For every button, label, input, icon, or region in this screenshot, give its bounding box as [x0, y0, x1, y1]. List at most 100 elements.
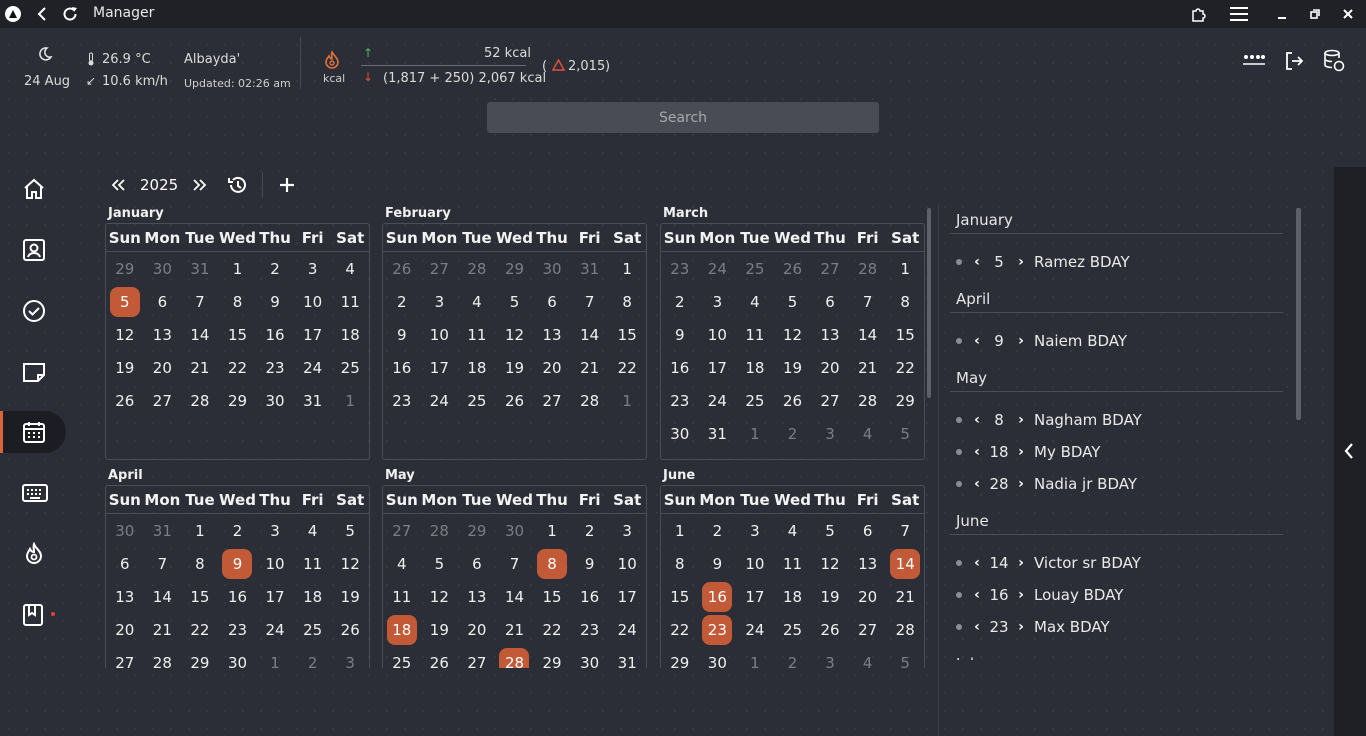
day-cell[interactable]: 15 — [612, 320, 642, 350]
day-cell[interactable]: 7 — [890, 516, 920, 546]
day-cell[interactable]: 24 — [260, 615, 290, 645]
day-cell[interactable]: 24 — [702, 254, 732, 284]
day-cell[interactable]: 28 — [853, 386, 883, 416]
day-cell[interactable]: 12 — [777, 320, 807, 350]
day-cell[interactable]: 26 — [777, 386, 807, 416]
day-cell-event[interactable]: 8 — [537, 548, 568, 579]
day-cell[interactable]: 30 — [147, 254, 177, 284]
day-cell[interactable]: 12 — [499, 320, 529, 350]
day-cell[interactable]: 29 — [185, 648, 215, 669]
day-cell[interactable]: 1 — [740, 648, 770, 669]
day-cell[interactable]: 23 — [222, 615, 252, 645]
day-cell[interactable]: 13 — [147, 320, 177, 350]
day-cell[interactable]: 29 — [222, 386, 252, 416]
day-cell[interactable]: 21 — [147, 615, 177, 645]
day-cell[interactable]: 31 — [702, 419, 732, 449]
day-cell[interactable]: 20 — [147, 353, 177, 383]
day-cell[interactable]: 25 — [777, 615, 807, 645]
day-cell[interactable]: 2 — [702, 516, 732, 546]
day-cell[interactable]: 1 — [612, 386, 642, 416]
day-cell[interactable]: 19 — [777, 353, 807, 383]
day-cell[interactable]: 5 — [890, 419, 920, 449]
day-cell[interactable]: 10 — [702, 320, 732, 350]
day-cell[interactable]: 5 — [335, 516, 365, 546]
chevron-left-icon[interactable]: ‹ — [970, 619, 984, 635]
day-cell[interactable]: 15 — [185, 582, 215, 612]
day-cell-event[interactable]: 23 — [702, 614, 733, 645]
day-cell[interactable]: 1 — [665, 516, 695, 546]
day-cell[interactable]: 25 — [740, 254, 770, 284]
day-cell[interactable]: 11 — [335, 287, 365, 317]
day-cell[interactable]: 28 — [575, 386, 605, 416]
day-cell[interactable]: 6 — [537, 287, 567, 317]
menu-icon[interactable] — [1228, 4, 1250, 24]
day-cell[interactable]: 27 — [853, 615, 883, 645]
day-cell[interactable]: 25 — [462, 386, 492, 416]
chevron-left-icon[interactable]: ‹ — [970, 587, 984, 603]
day-cell[interactable]: 24 — [612, 615, 642, 645]
event-item[interactable]: ‹ 8 › Nagham BDAY — [950, 404, 1295, 436]
day-cell[interactable]: 1 — [185, 516, 215, 546]
event-item[interactable]: ‹ 5 › Ramez BDAY — [950, 246, 1295, 278]
day-cell[interactable]: 18 — [777, 582, 807, 612]
day-cell[interactable]: 26 — [777, 254, 807, 284]
day-cell[interactable]: 30 — [575, 648, 605, 669]
chevron-right-icon[interactable]: › — [1014, 555, 1028, 571]
chevron-left-icon[interactable]: ‹ — [970, 444, 984, 460]
chevron-left-icon[interactable]: ‹ — [970, 254, 984, 270]
sidebar-item-calendar[interactable] — [0, 411, 66, 453]
day-cell[interactable]: 11 — [462, 320, 492, 350]
day-cell[interactable]: 14 — [147, 582, 177, 612]
day-cell[interactable]: 20 — [815, 353, 845, 383]
day-cell[interactable]: 30 — [260, 386, 290, 416]
day-cell[interactable]: 29 — [110, 254, 140, 284]
day-cell[interactable]: 1 — [890, 254, 920, 284]
day-cell[interactable]: 17 — [298, 320, 328, 350]
day-cell[interactable]: 6 — [462, 549, 492, 579]
day-cell[interactable]: 9 — [260, 287, 290, 317]
day-cell[interactable]: 28 — [185, 386, 215, 416]
day-cell[interactable]: 25 — [335, 353, 365, 383]
day-cell[interactable]: 25 — [387, 648, 417, 669]
day-cell[interactable]: 6 — [815, 287, 845, 317]
day-cell[interactable]: 24 — [740, 615, 770, 645]
day-cell-event[interactable]: 18 — [386, 614, 417, 645]
day-cell[interactable]: 22 — [612, 353, 642, 383]
day-cell[interactable]: 10 — [740, 549, 770, 579]
day-cell[interactable]: 8 — [222, 287, 252, 317]
day-cell[interactable]: 1 — [612, 254, 642, 284]
day-cell[interactable]: 2 — [777, 419, 807, 449]
day-cell[interactable]: 13 — [815, 320, 845, 350]
day-cell[interactable]: 3 — [815, 419, 845, 449]
day-cell[interactable]: 15 — [665, 582, 695, 612]
day-cell[interactable]: 28 — [462, 254, 492, 284]
day-cell[interactable]: 27 — [537, 386, 567, 416]
day-cell[interactable]: 16 — [387, 353, 417, 383]
next-year-icon[interactable] — [190, 174, 210, 196]
restore-icon[interactable] — [1305, 4, 1325, 24]
day-cell[interactable]: 16 — [575, 582, 605, 612]
chevron-left-icon[interactable]: ‹ — [970, 412, 984, 428]
day-cell[interactable]: 25 — [298, 615, 328, 645]
day-cell[interactable]: 1 — [740, 419, 770, 449]
day-cell[interactable]: 29 — [462, 516, 492, 546]
day-cell[interactable]: 11 — [740, 320, 770, 350]
day-cell[interactable]: 11 — [777, 549, 807, 579]
day-cell[interactable]: 13 — [537, 320, 567, 350]
day-cell[interactable]: 9 — [665, 320, 695, 350]
day-cell[interactable]: 4 — [387, 549, 417, 579]
day-cell[interactable]: 12 — [815, 549, 845, 579]
day-cell[interactable]: 27 — [462, 648, 492, 669]
day-cell[interactable]: 22 — [222, 353, 252, 383]
chevron-right-icon[interactable]: › — [1014, 619, 1028, 635]
day-cell[interactable]: 30 — [702, 648, 732, 669]
day-cell[interactable]: 17 — [260, 582, 290, 612]
add-icon[interactable] — [276, 174, 298, 196]
day-cell[interactable]: 16 — [260, 320, 290, 350]
day-cell[interactable]: 21 — [499, 615, 529, 645]
day-cell[interactable]: 19 — [335, 582, 365, 612]
day-cell[interactable]: 7 — [499, 549, 529, 579]
sidebar-item-journal[interactable] — [0, 594, 66, 636]
day-cell[interactable]: 3 — [298, 254, 328, 284]
day-cell[interactable]: 1 — [335, 386, 365, 416]
